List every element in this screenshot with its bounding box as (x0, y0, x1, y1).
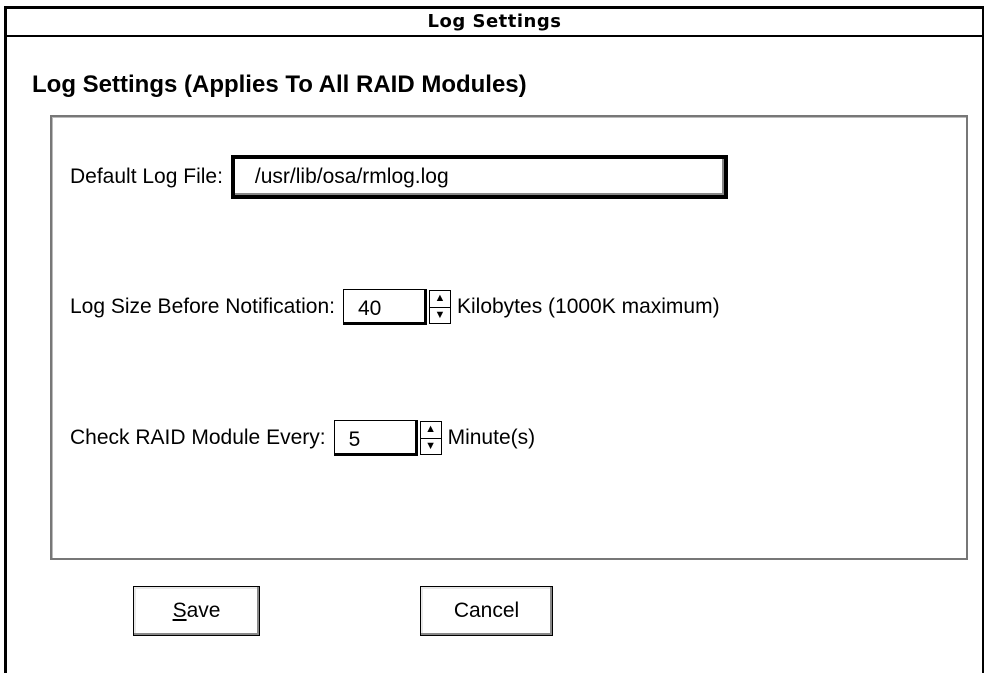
cancel-button[interactable]: Cancel (420, 586, 553, 636)
log-file-value: /usr/lib/osa/rmlog.log (254, 165, 449, 188)
arrow-down-icon[interactable]: ▼ (430, 308, 450, 324)
log-size-value: 40 (357, 297, 382, 320)
window-title: Log Settings (7, 9, 982, 37)
log-size-row: Log Size Before Notification: 40 ▲ ▼ Kil… (70, 289, 720, 325)
check-interval-value: 5 (348, 428, 361, 451)
arrow-up-icon[interactable]: ▲ (420, 422, 441, 439)
log-size-spinner: ▲ ▼ (428, 290, 451, 324)
arrow-down-icon[interactable]: ▼ (421, 439, 441, 455)
arrow-up-icon[interactable]: ▲ (429, 291, 450, 308)
check-interval-label: Check RAID Module Every: (70, 426, 326, 449)
settings-group-box: Default Log File: /usr/lib/osa/rmlog.log… (50, 115, 968, 560)
log-size-label: Log Size Before Notification: (70, 295, 335, 318)
check-interval-row: Check RAID Module Every: 5 ▲ ▼ Minute(s) (70, 420, 535, 456)
check-interval-unit: Minute(s) (447, 426, 536, 449)
check-interval-spinner: ▲ ▼ (419, 421, 442, 455)
cancel-label: Cancel (453, 599, 520, 622)
log-settings-window: Log Settings Log Settings (Applies To Al… (4, 6, 984, 673)
dialog-heading: Log Settings (Applies To All RAID Module… (32, 71, 527, 98)
log-file-row: Default Log File: /usr/lib/osa/rmlog.log (70, 155, 728, 199)
log-size-input[interactable]: 40 (342, 289, 427, 325)
save-mnemonic: S (172, 599, 187, 622)
save-button[interactable]: Save (133, 586, 260, 636)
log-file-input[interactable]: /usr/lib/osa/rmlog.log (230, 155, 728, 199)
log-file-label: Default Log File: (70, 165, 223, 188)
check-interval-input[interactable]: 5 (333, 420, 418, 456)
log-size-unit: Kilobytes (1000K maximum) (456, 295, 720, 318)
save-label: ave (186, 599, 221, 622)
